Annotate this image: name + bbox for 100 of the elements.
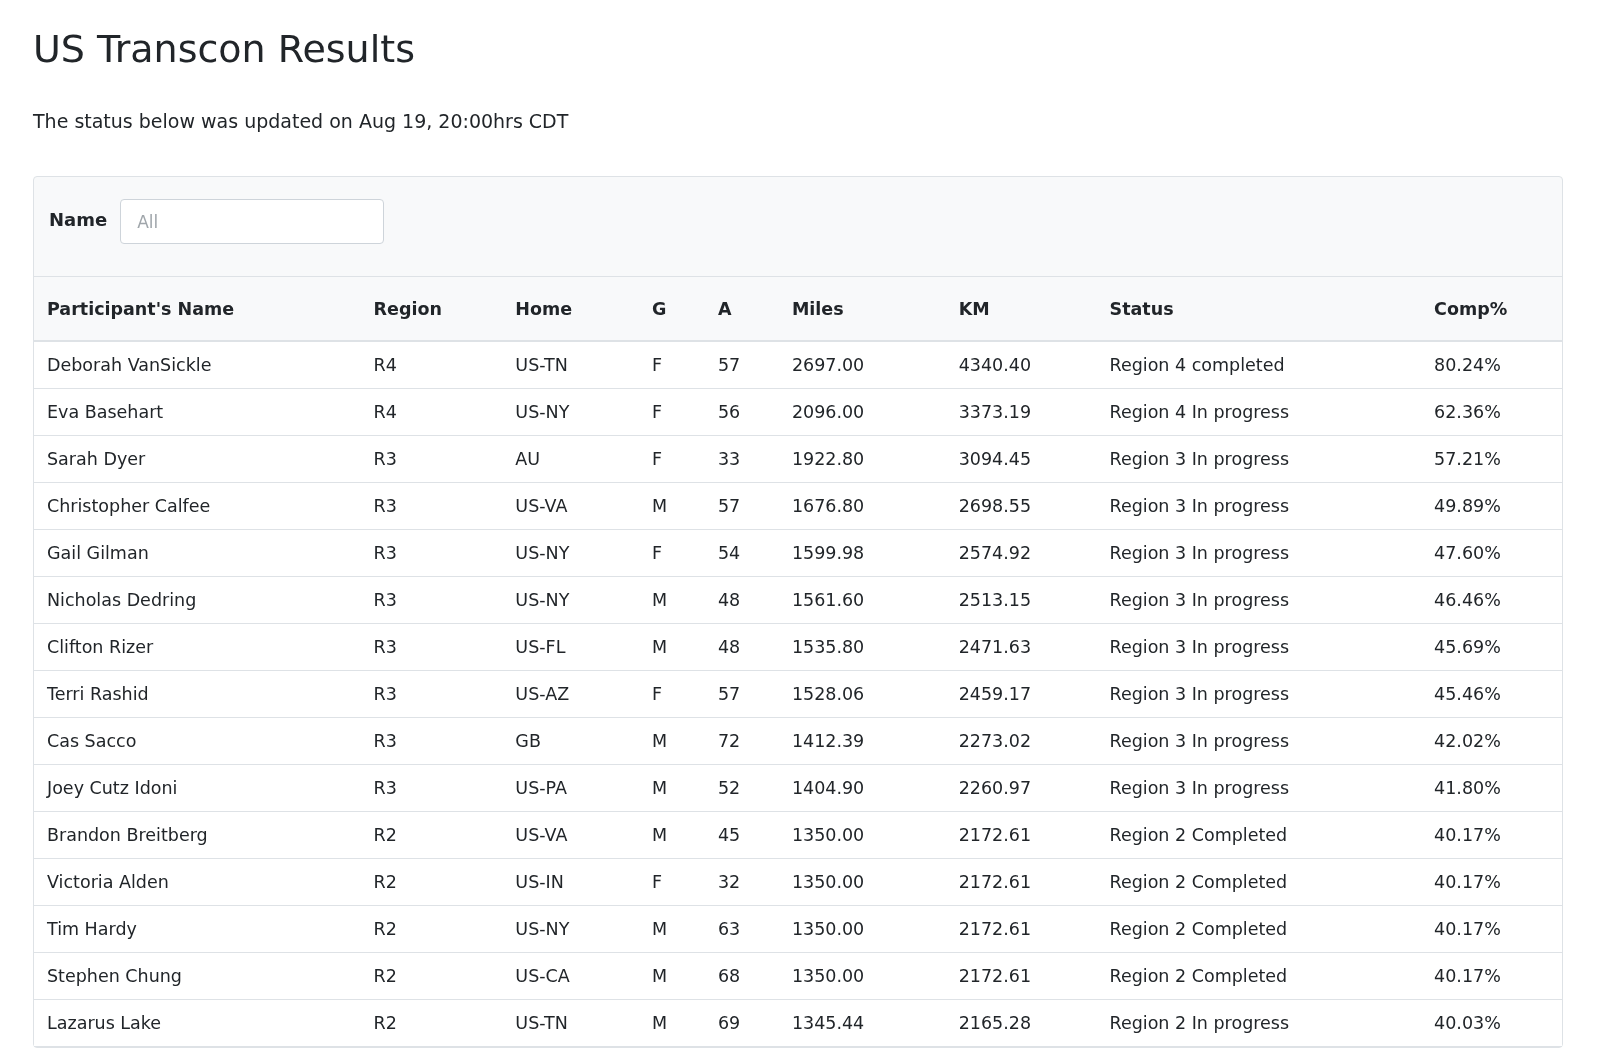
table-cell: Terri Rashid — [34, 670, 361, 717]
table-cell: R3 — [360, 576, 503, 623]
table-cell: Region 2 Completed — [1096, 952, 1422, 999]
update-notice: The status below was updated on Aug 19, 20:00hrs CDT — [33, 110, 570, 132]
table-cell: 80.24% — [1421, 341, 1562, 388]
table-cell: M — [639, 576, 705, 623]
table-cell: US-VA — [502, 482, 640, 529]
table-cell: Region 3 In progress — [1096, 576, 1422, 623]
name-filter-field[interactable]: All — [120, 199, 385, 244]
table-cell: M — [639, 717, 705, 764]
table-cell: R3 — [360, 623, 503, 670]
table-cell: 32 — [704, 858, 779, 905]
table-cell: Region 3 In progress — [1096, 482, 1422, 529]
table-cell: 40.17% — [1421, 905, 1562, 952]
table-cell: M — [639, 482, 705, 529]
table-cell: R3 — [360, 670, 503, 717]
table-cell: 68 — [704, 952, 779, 999]
table-cell: R3 — [360, 482, 503, 529]
table-cell: Tim Hardy — [34, 905, 361, 952]
table-cell: Clifton Rizer — [34, 623, 361, 670]
table-cell: 40.17% — [1421, 811, 1562, 858]
table-cell: 69 — [704, 999, 779, 1046]
table-cell: US-NY — [502, 576, 640, 623]
table-cell: 2172.61 — [945, 858, 1097, 905]
table-cell: R2 — [360, 905, 503, 952]
table-cell: 3094.45 — [945, 435, 1097, 482]
table-cell: R2 — [360, 811, 503, 858]
column-header[interactable]: A — [704, 277, 779, 341]
table-cell: 3373.19 — [945, 388, 1097, 435]
table-cell: R3 — [360, 717, 503, 764]
table-cell: Region 2 In progress — [1096, 999, 1422, 1046]
table-cell: M — [639, 905, 705, 952]
table-cell: 1599.98 — [778, 529, 946, 576]
table-cell: Region 3 In progress — [1096, 670, 1422, 717]
table-cell: 45.69% — [1421, 623, 1562, 670]
table-cell: F — [639, 388, 705, 435]
table-cell: F — [639, 341, 705, 388]
table-cell: 54 — [704, 529, 779, 576]
table-cell: 40.03% — [1421, 999, 1562, 1046]
table-cell: F — [639, 858, 705, 905]
table-cell: Region 3 In progress — [1096, 529, 1422, 576]
column-header[interactable]: Comp% — [1421, 277, 1562, 341]
table-cell: 1350.00 — [778, 858, 946, 905]
table-cell: 45 — [704, 811, 779, 858]
table-cell: 62.36% — [1421, 388, 1562, 435]
table-cell: US-FL — [502, 623, 640, 670]
table-cell: R4 — [360, 341, 503, 388]
table-cell: US-PA — [502, 764, 640, 811]
column-header[interactable]: Status — [1096, 277, 1422, 341]
table-cell: Deborah VanSickle — [34, 341, 361, 388]
table-cell: Joey Cutz Idoni — [34, 764, 361, 811]
table-cell: M — [639, 811, 705, 858]
table-cell: M — [639, 952, 705, 999]
table-cell: 2172.61 — [945, 905, 1097, 952]
table-cell: 48 — [704, 576, 779, 623]
table-cell: R2 — [360, 858, 503, 905]
column-header[interactable]: Participant's Name — [34, 277, 361, 341]
table-cell: 1528.06 — [778, 670, 946, 717]
table-cell: Eva Basehart — [34, 388, 361, 435]
table-cell: 1412.39 — [778, 717, 946, 764]
table-cell: 33 — [704, 435, 779, 482]
table-cell: Region 4 In progress — [1096, 388, 1422, 435]
table-cell: US-CA — [502, 952, 640, 999]
table-cell: 2697.00 — [778, 341, 946, 388]
table-cell: 52 — [704, 764, 779, 811]
table-cell: 2273.02 — [945, 717, 1097, 764]
table-cell: Region 3 In progress — [1096, 623, 1422, 670]
table-cell: Region 3 In progress — [1096, 717, 1422, 764]
column-header[interactable]: Miles — [778, 277, 946, 341]
table-cell: R3 — [360, 435, 503, 482]
table-cell: 42.02% — [1421, 717, 1562, 764]
table-cell: US-NY — [502, 905, 640, 952]
table-cell: 2172.61 — [945, 952, 1097, 999]
table-cell: 2459.17 — [945, 670, 1097, 717]
table-cell: 56 — [704, 388, 779, 435]
table-cell: M — [639, 764, 705, 811]
table-cell: 57 — [704, 670, 779, 717]
table-cell: 2172.61 — [945, 811, 1097, 858]
column-header[interactable]: KM — [945, 277, 1097, 341]
column-header[interactable]: Region — [360, 277, 503, 341]
table-cell: US-NY — [502, 529, 640, 576]
table-cell: 46.46% — [1421, 576, 1562, 623]
table-cell: Region 3 In progress — [1096, 764, 1422, 811]
table-cell: Brandon Breitberg — [34, 811, 361, 858]
table-cell: F — [639, 670, 705, 717]
table-cell: Victoria Alden — [34, 858, 361, 905]
table-cell: US-TN — [502, 341, 640, 388]
table-cell: 4340.40 — [945, 341, 1097, 388]
table-cell: 41.80% — [1421, 764, 1562, 811]
table-cell: R2 — [360, 999, 503, 1046]
table-cell: Region 2 Completed — [1096, 905, 1422, 952]
page-title: US Transcon Results — [33, 26, 416, 73]
table-cell: Lazarus Lake — [34, 999, 361, 1046]
table-cell: 57 — [704, 482, 779, 529]
table-cell: 1676.80 — [778, 482, 946, 529]
column-header[interactable]: Home — [502, 277, 640, 341]
column-header[interactable]: G — [639, 277, 705, 341]
table-cell: 49.89% — [1421, 482, 1562, 529]
table-cell: 1922.80 — [778, 435, 946, 482]
table-cell: 1561.60 — [778, 576, 946, 623]
